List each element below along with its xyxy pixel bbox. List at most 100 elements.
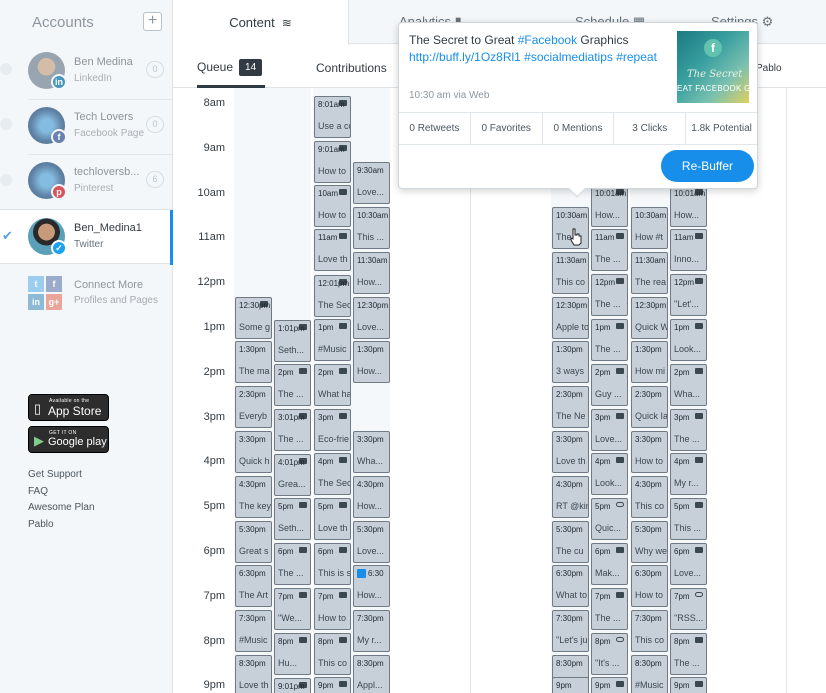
scheduled-post[interactable]: 5:30pm Why we: [631, 520, 668, 563]
scheduled-post[interactable]: 3:01pm The ...: [274, 409, 311, 452]
account-twitter[interactable]: ✔ ✓ Ben_Medina1 Twitter: [0, 209, 173, 265]
scheduled-post[interactable]: 4pm The Sec: [314, 453, 351, 496]
scheduled-post[interactable]: 4pm Look...: [591, 453, 628, 496]
scheduled-post[interactable]: 10:01am How...: [670, 185, 707, 228]
scheduled-post[interactable]: 4:30pm How...: [353, 475, 390, 518]
scheduled-post[interactable]: 8:30pm Love th: [235, 655, 272, 693]
scheduled-post[interactable]: 9:01pm: [274, 678, 311, 693]
scheduled-post[interactable]: 3pm Eco-frie: [314, 408, 351, 451]
scheduled-post[interactable]: 9pm: [314, 677, 351, 693]
scheduled-post[interactable]: 1:30pm 3 ways: [552, 341, 589, 384]
scheduled-post[interactable]: 7pm How to: [314, 587, 351, 630]
scheduled-post[interactable]: 7pm "RSS...: [670, 587, 707, 630]
scheduled-post[interactable]: 2pm What hap...: [314, 363, 351, 406]
scheduled-post[interactable]: 3:30pm Wha...: [353, 431, 390, 473]
account-linkedin[interactable]: in Ben Medina LinkedIn 0: [0, 44, 172, 99]
scheduled-post[interactable]: 4pm My r...: [670, 453, 707, 496]
scheduled-post[interactable]: 1pm #Music: [314, 319, 351, 361]
scheduled-post[interactable]: 1pm The ...: [591, 319, 628, 361]
scheduled-post[interactable]: 6:30pm How to: [631, 565, 668, 608]
tab-contributions[interactable]: Contributions: [316, 61, 387, 75]
app-store-button[interactable]: ▯ Available on the App Store: [28, 394, 109, 421]
scheduled-post[interactable]: 8:01am Use a collage...: [314, 95, 351, 138]
scheduled-post[interactable]: 6:30pm What to: [552, 565, 589, 608]
scheduled-post[interactable]: 4:30pm This co: [631, 475, 668, 518]
scheduled-post[interactable]: 4:30pm RT @kin: [552, 475, 589, 518]
scheduled-post[interactable]: 12pm The ...: [591, 274, 628, 317]
scheduled-post[interactable]: 2pm The ...: [274, 363, 311, 406]
scheduled-post[interactable]: 6pm This is s: [314, 543, 351, 585]
scheduled-post[interactable]: 10:01am How...: [591, 185, 628, 228]
scheduled-post[interactable]: 12pm "Let'...: [670, 274, 707, 317]
scheduled-post[interactable]: 12:01pm The Sec: [314, 274, 351, 317]
account-pinterest[interactable]: p techloversb... Pinterest 6: [0, 154, 172, 209]
scheduled-post[interactable]: 7pm The ...: [591, 587, 628, 630]
scheduled-post[interactable]: 9:30am Love...: [353, 162, 390, 205]
scheduled-post[interactable]: 2pm Guy ...: [591, 363, 628, 406]
scheduled-post[interactable]: 11am The ...: [591, 229, 628, 272]
scheduled-post[interactable]: 8:30pm Appl...: [353, 655, 390, 693]
post-thumbnail[interactable]: f The Secret EAT FACEBOOK GRAPH: [677, 31, 749, 103]
connect-networks-icon[interactable]: t f in g+: [28, 276, 62, 310]
scheduled-post[interactable]: 2:30pm Everyb: [235, 386, 272, 429]
scheduled-post[interactable]: 2:30pm The Ne: [552, 386, 589, 429]
scheduled-post[interactable]: 8:30pm #Music: [631, 655, 668, 693]
scheduled-post[interactable]: 3pm The ...: [670, 408, 707, 451]
scheduled-post[interactable]: 5pm Seth...: [274, 498, 311, 541]
scheduled-post[interactable]: 12:30pm Some g: [235, 296, 272, 339]
scheduled-post[interactable]: 2:30pm Quick Ia: [631, 386, 668, 429]
scheduled-post[interactable]: 12:30pm Apple to: [552, 296, 589, 339]
scheduled-post[interactable]: 5:30pm Great s: [235, 520, 272, 563]
scheduled-post[interactable]: 11:30am How...: [353, 251, 390, 294]
scheduled-post[interactable]: 11am Love th: [314, 229, 351, 272]
google-play-button[interactable]: ▶ GET IT ON Google play: [28, 426, 109, 453]
scheduled-post[interactable]: 8pm The ...: [670, 632, 707, 675]
scheduled-post[interactable]: 8pm Hu...: [274, 632, 311, 675]
scheduled-post[interactable]: 12:30pm Love...: [353, 296, 390, 339]
scheduled-post[interactable]: 8pm "It's ...: [591, 632, 628, 675]
scheduled-post[interactable]: 6pm Love...: [670, 543, 707, 585]
scheduled-post[interactable]: 10am How to: [314, 184, 351, 227]
scheduled-post[interactable]: 4:01pm Grea...: [274, 454, 311, 497]
scheduled-post[interactable]: 7:30pm "Let's ju: [552, 610, 589, 653]
tab-content[interactable]: Content ≋: [173, 0, 349, 45]
scheduled-post[interactable]: 5:30pm The cu: [552, 520, 589, 563]
scheduled-post[interactable]: 1:30pm How...: [353, 341, 390, 384]
scheduled-post[interactable]: 10:30am How #t: [631, 207, 668, 249]
scheduled-post[interactable]: 1:30pm The ma: [235, 341, 272, 384]
scheduled-post[interactable]: 1:30pm How mi: [631, 341, 668, 384]
scheduled-post[interactable]: 9:01am How to: [314, 140, 351, 183]
scheduled-post[interactable]: 8pm This co: [314, 632, 351, 675]
scheduled-post[interactable]: 7:30pm My r...: [353, 610, 390, 653]
get-support-link[interactable]: Get Support: [28, 469, 82, 480]
tab-queue[interactable]: Queue 14: [197, 59, 263, 76]
scheduled-post[interactable]: 9pm: [591, 677, 628, 693]
scheduled-post[interactable]: 3:30pm Quick h: [235, 431, 272, 473]
scheduled-post[interactable]: 9pm"With th: [552, 677, 589, 693]
add-account-button[interactable]: +: [143, 12, 162, 31]
scheduled-post[interactable]: 6pm The ...: [274, 543, 311, 585]
scheduled-post[interactable]: 11:30am The rea: [631, 251, 668, 294]
scheduled-post[interactable]: 12:30pm Quick W: [631, 296, 668, 339]
scheduled-post[interactable]: 1:01pm Seth...: [274, 319, 311, 362]
scheduled-post[interactable]: 11am Inno...: [670, 229, 707, 272]
scheduled-post[interactable]: 3:30pm How to: [631, 431, 668, 473]
scheduled-post[interactable]: 6pm Mak...: [591, 543, 628, 585]
scheduled-post[interactable]: 6:30pm The Art: [235, 565, 272, 608]
scheduled-post[interactable]: 4:30pm The key: [235, 475, 272, 518]
post-link[interactable]: http://buff.ly/1Oz8Rl1 #socialmediatips …: [409, 50, 657, 64]
scheduled-post[interactable]: 7:30pm #Music: [235, 610, 272, 653]
scheduled-post[interactable]: 7pm "We...: [274, 587, 311, 630]
connect-more-link[interactable]: Connect More: [74, 279, 143, 291]
scheduled-post[interactable]: 10:30am This ...: [353, 207, 390, 249]
scheduled-post[interactable]: 7:30pm This co: [631, 610, 668, 653]
scheduled-post[interactable]: 9pm: [670, 677, 707, 693]
awesome-plan-link[interactable]: Awesome Plan: [28, 502, 95, 513]
scheduled-post[interactable]: 11:30am This co: [552, 251, 589, 294]
hashtag-link[interactable]: #Facebook: [518, 33, 577, 47]
faq-link[interactable]: FAQ: [28, 486, 48, 497]
account-facebook[interactable]: f Tech Lovers Facebook Page 0: [0, 99, 172, 154]
scheduled-post[interactable]: 5pm Love th: [314, 498, 351, 541]
re-buffer-button[interactable]: Re-Buffer: [661, 150, 754, 182]
scheduled-post[interactable]: 6:30 How...: [353, 565, 390, 608]
